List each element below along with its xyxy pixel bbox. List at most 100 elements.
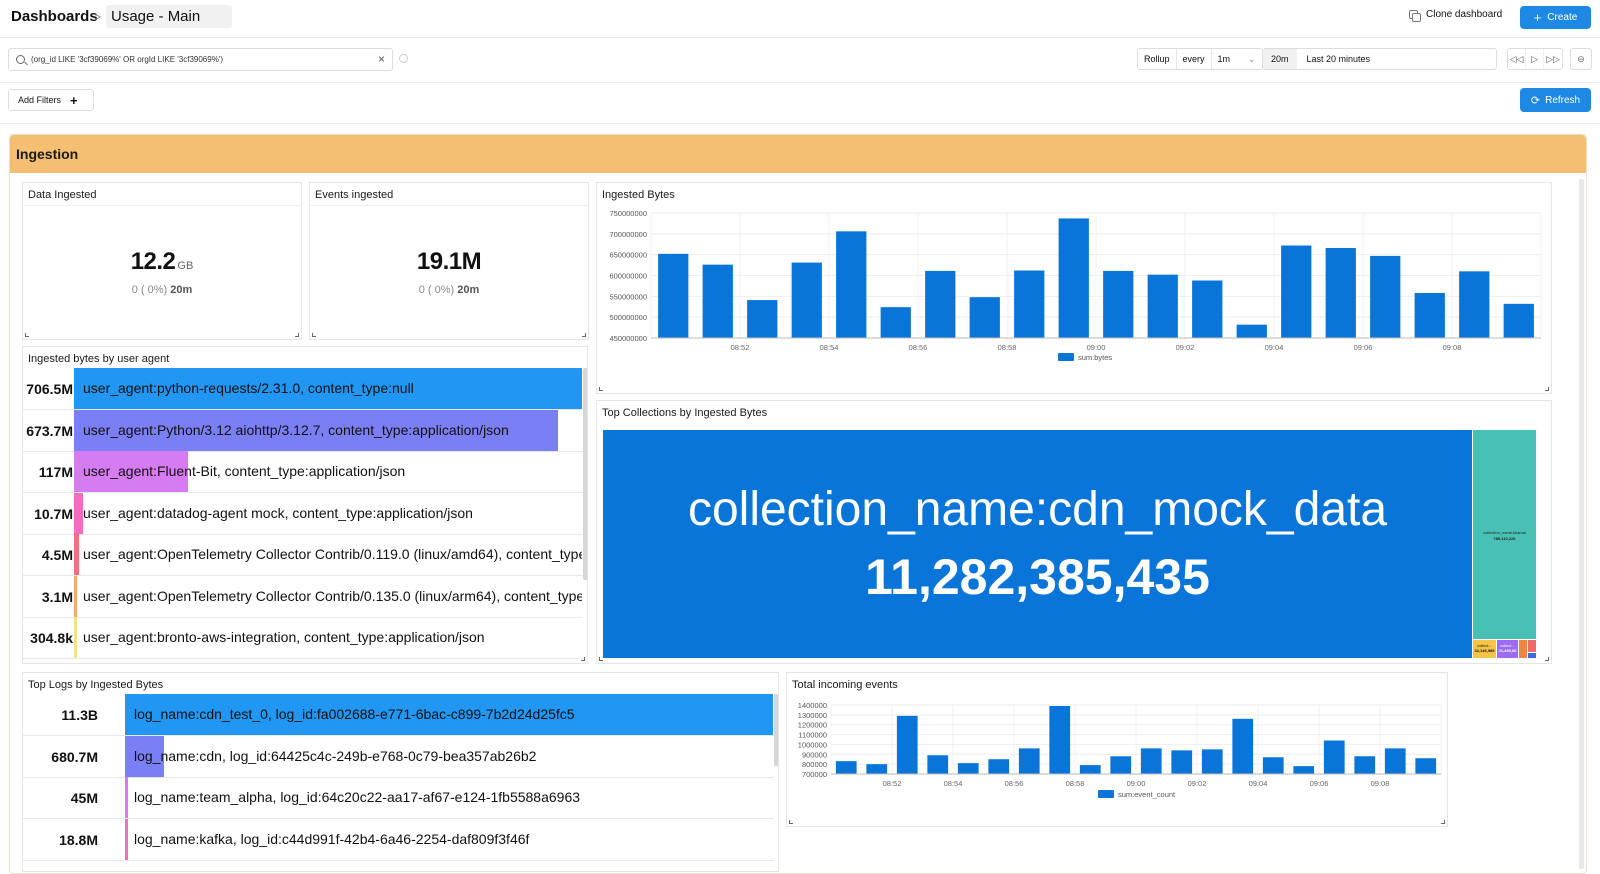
create-button[interactable]: + Create [1520, 6, 1591, 29]
fast-forward-icon[interactable]: ▷▷ [1544, 49, 1562, 69]
chart-bar[interactable] [702, 264, 733, 338]
chart-bar[interactable] [969, 297, 1000, 338]
chart-bar[interactable] [866, 764, 888, 774]
clone-dashboard-button[interactable]: Clone dashboard [1409, 9, 1502, 22]
list-item[interactable]: 304.8k user_agent:bronto-aws-integration,… [23, 617, 583, 659]
chart-bar[interactable] [1370, 255, 1401, 338]
chart-bar[interactable] [836, 231, 867, 338]
treemap-cell[interactable]: collect... 32,146,989 [1473, 640, 1496, 658]
chart-bar[interactable] [880, 307, 911, 338]
resize-handle[interactable] [1545, 657, 1549, 661]
list-item[interactable]: 11.3B log_name:cdn_test_0, log_id:fa00268… [23, 694, 774, 736]
chart-bar[interactable] [1079, 765, 1101, 774]
resize-handle[interactable] [581, 657, 585, 661]
chart-bar[interactable] [747, 300, 778, 338]
resize-handle[interactable] [295, 333, 299, 337]
section-header[interactable]: Ingestion [10, 135, 1586, 173]
page-scrollbar[interactable] [1579, 179, 1584, 869]
rewind-icon[interactable]: ◁◁ [1508, 49, 1526, 69]
chart-bar[interactable] [1232, 718, 1254, 774]
saved-query-icon[interactable] [399, 54, 408, 63]
resize-handle[interactable] [25, 333, 29, 337]
resize-handle[interactable] [312, 333, 316, 337]
chart-bar[interactable] [1110, 756, 1132, 774]
chart-bar[interactable] [1014, 270, 1045, 339]
rollup-interval-select[interactable]: 1m ⌄ [1212, 49, 1262, 69]
list-item[interactable]: 117M user_agent:Fluent-Bit, content_type:… [23, 451, 583, 493]
legend-label[interactable]: sum:bytes [1078, 353, 1112, 362]
chart-bar[interactable] [1459, 271, 1490, 338]
list-item[interactable]: 3.1M user_agent:OpenTelemetry Collector C… [23, 575, 583, 618]
chart-bar[interactable] [1325, 248, 1356, 338]
treemap-main-cell[interactable]: collection_name:cdn_mock_data 11,282,385… [603, 430, 1472, 658]
resize-handle[interactable] [1545, 387, 1549, 391]
chart-bar[interactable] [791, 262, 822, 338]
treemap-cell[interactable] [1528, 653, 1536, 658]
data-ingested-panel: Data Ingested 12.2 GB 0 ( 0%) 20m [22, 182, 302, 340]
chart-bar[interactable] [1192, 280, 1223, 339]
chart-bar[interactable] [1171, 750, 1193, 774]
chart-bar[interactable] [1058, 218, 1089, 338]
y-tick-label: 700000000 [609, 230, 647, 239]
list-item[interactable]: 706.5M user_agent:python-requests/2.31.0,… [23, 368, 583, 410]
resize-handle[interactable] [582, 333, 586, 337]
y-tick-label: 1000000 [798, 740, 827, 749]
add-filters-button[interactable]: Add Filters + [8, 89, 94, 111]
zoom-out-icon[interactable]: ⊖ [1570, 48, 1592, 70]
treemap-cell[interactable]: collect... 21,459,65 [1497, 640, 1518, 658]
list-item-label: log_name:cdn_test_0, log_id:fa002688-e77… [134, 706, 575, 722]
breadcrumb-dashboards[interactable]: Dashboards [11, 8, 98, 25]
chart-bar[interactable] [1201, 749, 1223, 774]
chart-bar[interactable] [1384, 748, 1406, 774]
chart-bar[interactable] [1103, 270, 1134, 338]
treemap-cell[interactable] [1519, 640, 1527, 658]
chart-bar[interactable] [1503, 303, 1534, 338]
chart-bar[interactable] [1281, 245, 1312, 339]
chart-bar[interactable] [1323, 740, 1345, 774]
list-item[interactable]: 673.7M user_agent:Python/3.12 aiohttp/3.1… [23, 409, 583, 452]
query-input[interactable]: (org_id LIKE '3cf39069%' OR orgId LIKE '… [8, 48, 393, 71]
list-item[interactable]: 680.7M log_name:cdn, log_id:64425c4c-249b… [23, 735, 774, 778]
scrollbar[interactable] [583, 368, 587, 580]
list-item[interactable]: 4.5M user_agent:OpenTelemetry Collector C… [23, 534, 583, 576]
chart-bar[interactable] [1354, 756, 1376, 774]
chart-bar[interactable] [957, 763, 979, 774]
time-range-picker[interactable]: 20m Last 20 minutes [1262, 48, 1497, 70]
chart-bar[interactable] [1414, 293, 1445, 338]
chart-bar[interactable] [835, 761, 857, 774]
chart-bar[interactable] [1236, 324, 1267, 338]
resize-handle[interactable] [599, 657, 603, 661]
chart-bar[interactable] [927, 755, 949, 774]
chart-bar[interactable] [1415, 758, 1437, 774]
list-item[interactable]: 45M log_name:team_alpha, log_id:64c20c22-… [23, 777, 774, 819]
stat-number: 12.2 [130, 248, 176, 275]
refresh-button[interactable]: ⟳ Refresh [1520, 88, 1591, 112]
chart-bar[interactable] [1262, 757, 1284, 774]
play-icon[interactable]: ▷ [1526, 49, 1544, 69]
resize-handle[interactable] [789, 820, 793, 824]
chart-bar[interactable] [925, 270, 956, 338]
treemap-side-cell[interactable]: collection_name:kkamai 789,110,226 [1473, 430, 1536, 639]
list-item[interactable]: 18.8M log_name:kafka, log_id:c44d991f-42b… [23, 818, 774, 861]
treemap-cell[interactable] [1528, 640, 1536, 652]
list-item-label: user_agent:Python/3.12 aiohttp/3.12.7, c… [83, 421, 509, 438]
scrollbar[interactable] [774, 694, 778, 766]
chart-bar[interactable] [1018, 748, 1040, 774]
chart-bar[interactable] [1293, 766, 1315, 774]
chart-bar[interactable] [988, 759, 1010, 774]
clear-icon[interactable]: × [378, 52, 385, 66]
chart-bar[interactable] [1140, 748, 1162, 774]
list-item[interactable]: 10.7M user_agent:datadog-agent mock, cont… [23, 492, 583, 535]
legend-label[interactable]: sum:event_count [1118, 790, 1176, 799]
resize-handle[interactable] [1441, 820, 1445, 824]
chart-bar[interactable] [1147, 274, 1178, 338]
stat-body: 12.2 GB 0 ( 0%) 20m [23, 205, 301, 339]
chart-bar[interactable] [1049, 705, 1071, 774]
dashboard-title-input[interactable]: Usage - Main [106, 5, 232, 28]
rollup-control[interactable]: Rollup every 1m ⌄ [1137, 48, 1263, 70]
list-item-label: user_agent:OpenTelemetry Collector Contr… [83, 546, 582, 562]
chart-bar[interactable] [658, 253, 689, 338]
chart-bar[interactable] [896, 715, 918, 774]
refresh-label: Refresh [1545, 94, 1581, 106]
resize-handle[interactable] [599, 387, 603, 391]
